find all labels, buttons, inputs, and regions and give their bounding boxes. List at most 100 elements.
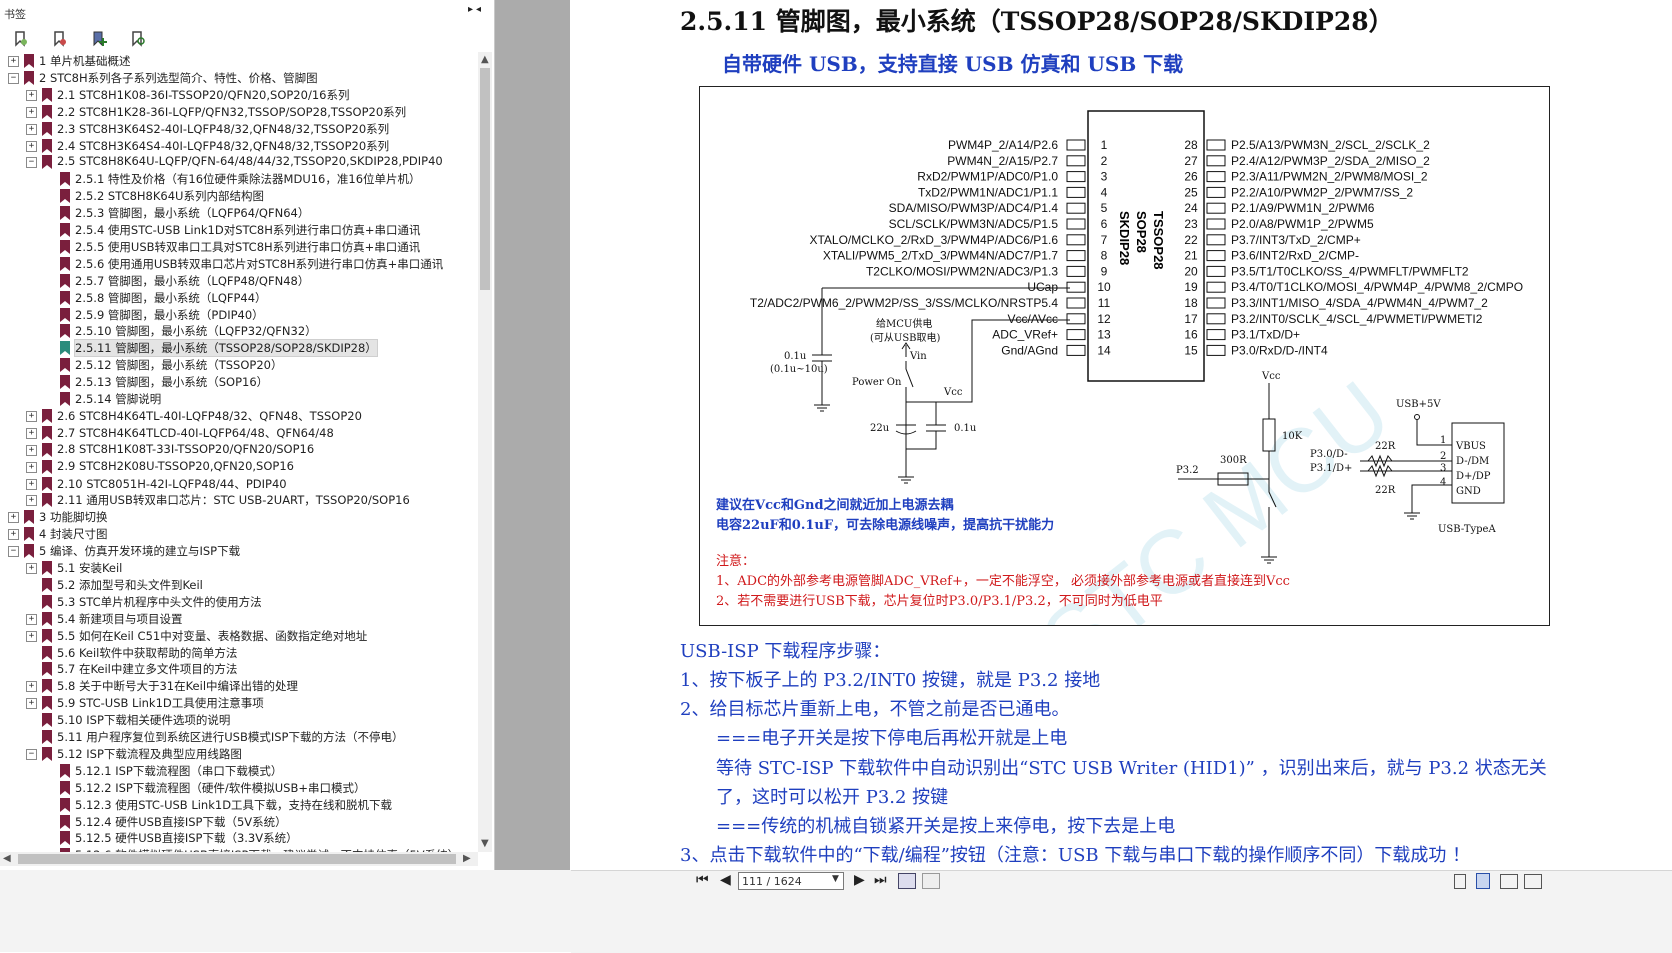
collapse-icon[interactable]: − bbox=[8, 72, 19, 84]
expand-icon[interactable]: + bbox=[26, 563, 37, 574]
bookmark-item[interactable]: +5.1 安装Keil bbox=[0, 559, 484, 577]
next-view-icon[interactable] bbox=[922, 873, 940, 889]
bookmark-item[interactable]: +4 封装尺寸图 bbox=[0, 525, 484, 543]
prev-page-icon[interactable]: ◀ bbox=[720, 872, 731, 888]
bookmark-item[interactable]: 2.5.3 管脚图，最小系统（LQFP64/QFN64） bbox=[0, 204, 484, 222]
bookmark-item[interactable]: +2.3 STC8H3K64S2-40I-LQFP48/32,QFN48/32,… bbox=[0, 120, 484, 138]
bookmark-item[interactable]: +2.8 STC8H1K08T-33I-TSSOP20/QFN20/SOP16 bbox=[0, 441, 484, 459]
bookmark-item[interactable]: 5.10 ISP下载相关硬件选项的说明 bbox=[0, 711, 484, 729]
bookmark-label: 2.4 STC8H3K64S4-40I-LQFP48/32,QFN48/32,T… bbox=[57, 138, 390, 153]
scroll-up-icon[interactable]: ▲ bbox=[481, 54, 489, 65]
scroll-right-icon[interactable]: ▶ bbox=[463, 853, 471, 864]
expand-icon[interactable]: + bbox=[26, 89, 37, 101]
bookmark-item[interactable]: 5.2 添加型号和头文件到Keil bbox=[0, 576, 484, 594]
bookmark-item[interactable]: +2.1 STC8H1K08-36I-TSSOP20/QFN20,SOP20/1… bbox=[0, 86, 484, 104]
expand-icon[interactable]: + bbox=[26, 410, 37, 422]
bookmark-label: 5.4 新建项目与项目设置 bbox=[57, 611, 183, 626]
panel-controls[interactable]: ▸◂ bbox=[468, 4, 484, 15]
expand-icon[interactable]: + bbox=[26, 630, 37, 642]
bookmark-item[interactable]: +2.4 STC8H3K64S4-40I-LQFP48/32,QFN48/32,… bbox=[0, 137, 484, 155]
bookmark-item[interactable]: 2.5.12 管脚图，最小系统（TSSOP20） bbox=[0, 356, 484, 374]
last-page-icon[interactable]: ⏭ bbox=[874, 872, 887, 888]
expand-icon[interactable]: + bbox=[26, 444, 37, 456]
page-number-input[interactable]: 111 / 1624 bbox=[738, 872, 844, 890]
bookmark-item[interactable]: 2.5.11 管脚图，最小系统（TSSOP28/SOP28/SKDIP28） bbox=[0, 339, 484, 358]
bookmark-item[interactable]: 5.12.4 硬件USB直接ISP下载（5V系统） bbox=[0, 813, 484, 831]
bookmark-expand-icon[interactable] bbox=[12, 30, 30, 48]
bookmark-item[interactable]: 2.5.4 使用STC-USB Link1D对STC8H系列进行串口仿真+串口通… bbox=[0, 221, 484, 239]
bookmark-item[interactable]: 5.11 用户程序复位到系统区进行USB模式ISP下载的方法（不停电） bbox=[0, 728, 484, 746]
collapse-icon[interactable]: − bbox=[26, 157, 37, 169]
next-page-icon[interactable]: ▶ bbox=[854, 872, 865, 888]
bookmark-item[interactable]: 5.12.5 硬件USB直接ISP下载（3.3V系统） bbox=[0, 829, 484, 847]
expand-icon[interactable]: + bbox=[26, 698, 37, 710]
bookmark-item[interactable]: 2.5.14 管脚说明 bbox=[0, 390, 484, 408]
bookmark-item[interactable]: 2.5.6 使用通用USB转双串口芯片对STC8H系列进行串口仿真+串口通讯 bbox=[0, 255, 484, 273]
bookmark-item[interactable]: +1 单片机基础概述 bbox=[0, 52, 484, 70]
bookmark-hscroll-thumb[interactable] bbox=[18, 854, 456, 864]
expand-icon[interactable]: + bbox=[26, 461, 37, 473]
expand-icon[interactable]: + bbox=[26, 613, 37, 625]
pin-name-right: P3.5/T1/T0CLKO/SS_4/PWMFLT/PWMFLT2 bbox=[1231, 264, 1469, 278]
page-dropdown-icon[interactable]: ▼ bbox=[832, 874, 839, 884]
bookmark-item[interactable]: 2.5.13 管脚图，最小系统（SOP16） bbox=[0, 373, 484, 391]
panel-splitter[interactable] bbox=[495, 0, 570, 870]
expand-icon[interactable]: + bbox=[26, 478, 37, 490]
bookmark-item[interactable]: 2.5.7 管脚图，最小系统（LQFP48/QFN48） bbox=[0, 272, 484, 290]
scroll-down-icon[interactable]: ▼ bbox=[481, 838, 489, 849]
single-page-view-icon[interactable] bbox=[1454, 874, 1466, 889]
expand-icon[interactable]: + bbox=[26, 427, 37, 439]
bookmark-icon bbox=[42, 594, 52, 609]
collapse-icon[interactable]: − bbox=[8, 546, 19, 558]
expand-icon[interactable]: + bbox=[26, 123, 37, 135]
bookmark-item[interactable]: 2.5.5 使用USB转双串口工具对STC8H系列进行串口仿真+串口通讯 bbox=[0, 238, 484, 256]
continuous-view-icon[interactable] bbox=[1476, 873, 1490, 889]
bookmark-item[interactable]: +5.5 如何在Keil C51中对变量、表格数据、函数指定绝对地址 bbox=[0, 627, 484, 645]
bookmark-item[interactable]: 2.5.10 管脚图，最小系统（LQFP32/QFN32） bbox=[0, 322, 484, 340]
bookmark-item[interactable]: 5.12.1 ISP下载流程图（串口下载模式） bbox=[0, 762, 484, 780]
bookmark-item[interactable]: 5.6 Keil软件中获取帮助的简单方法 bbox=[0, 644, 484, 662]
bookmark-item[interactable]: +3 功能脚切换 bbox=[0, 508, 484, 526]
expand-icon[interactable]: + bbox=[26, 106, 37, 118]
bookmark-item[interactable]: − 5 编译、仿真开发环境的建立与ISP下载 bbox=[0, 542, 484, 560]
bookmark-item[interactable]: +2.6 STC8H4K64TL-40I-LQFP48/32、QFN48、TSS… bbox=[0, 407, 484, 425]
pin-name-left: XTALO/MCLKO_2/RxD_3/PWM4P/ADC6/P1.6 bbox=[809, 233, 1058, 247]
facing-view-icon[interactable] bbox=[1500, 874, 1518, 889]
bookmark-item[interactable]: 2.5.2 STC8H8K64U系列内部结构图 bbox=[0, 187, 484, 205]
bookmark-item[interactable]: 5.7 在Keil中建立多文件项目的方法 bbox=[0, 660, 484, 678]
bookmark-item[interactable]: +5.8 关于中断号大于31在Keil中编译出错的处理 bbox=[0, 677, 484, 695]
bookmark-find-icon[interactable] bbox=[129, 30, 147, 48]
bookmark-item[interactable]: 5.12.3 使用STC-USB Link1D工具下载，支持在线和脱机下载 bbox=[0, 796, 484, 814]
bookmark-item[interactable]: − 5.12 ISP下载流程及典型应用线路图 bbox=[0, 745, 484, 763]
bookmark-item[interactable]: +5.9 STC-USB Link1D工具使用注意事项 bbox=[0, 694, 484, 712]
bookmark-item[interactable]: +2.11 通用USB转双串口芯片：STC USB-2UART，TSSOP20/… bbox=[0, 491, 484, 509]
bookmark-item[interactable]: +5.4 新建项目与项目设置 bbox=[0, 610, 484, 628]
expand-icon[interactable]: + bbox=[8, 512, 19, 524]
collapse-icon[interactable]: − bbox=[26, 748, 37, 760]
expand-icon[interactable]: + bbox=[8, 529, 19, 541]
continuous-facing-view-icon[interactable] bbox=[1524, 874, 1542, 889]
bookmark-item[interactable]: +2.9 STC8H2K08U-TSSOP20,QFN20,SOP16 bbox=[0, 458, 484, 476]
prev-view-icon[interactable] bbox=[898, 873, 916, 889]
bookmark-item[interactable]: +2.10 STC8051H-42I-LQFP48/44、PDIP40 bbox=[0, 475, 484, 493]
bookmark-icon bbox=[60, 324, 70, 339]
bookmark-item[interactable]: 2.5.1 特性及价格（有16位硬件乘除法器MDU16，准16位单片机） bbox=[0, 170, 484, 188]
expand-icon[interactable]: + bbox=[26, 681, 37, 693]
bookmark-item[interactable]: 2.5.8 管脚图，最小系统（LQFP44） bbox=[0, 289, 484, 307]
first-page-icon[interactable]: ⏮ bbox=[696, 872, 709, 888]
expand-icon[interactable]: + bbox=[8, 56, 19, 67]
bookmark-item[interactable]: − 2.5 STC8H8K64U-LQFP/QFN-64/48/44/32,TSS… bbox=[0, 153, 484, 171]
bookmark-item[interactable]: 5.3 STC单片机程序中头文件的使用方法 bbox=[0, 593, 484, 611]
expand-icon[interactable]: + bbox=[26, 140, 37, 152]
bookmark-item[interactable]: +2.2 STC8H1K28-36I-LQFP/QFN32,TSSOP/SOP2… bbox=[0, 103, 484, 121]
bookmark-item[interactable]: − 2 STC8H系列各子系列选型简介、特性、价格、管脚图 bbox=[0, 69, 484, 87]
bookmark-item[interactable]: +2.7 STC8H4K64TLCD-40I-LQFP64/48、QFN64/4… bbox=[0, 424, 484, 442]
scroll-left-icon[interactable]: ◀ bbox=[3, 853, 11, 864]
bookmark-collapse-icon[interactable] bbox=[51, 30, 69, 48]
bookmark-scroll-thumb[interactable] bbox=[480, 68, 490, 290]
expand-icon[interactable]: + bbox=[26, 495, 37, 507]
bookmark-item[interactable]: 2.5.9 管脚图，最小系统（PDIP40） bbox=[0, 306, 484, 324]
bookmark-item[interactable]: 5.12.2 ISP下载流程图（硬件/软件模拟USB+串口模式） bbox=[0, 779, 484, 797]
bookmark-add-icon[interactable] bbox=[90, 30, 108, 48]
bookmark-label: 2.5.7 管脚图，最小系统（LQFP48/QFN48） bbox=[75, 273, 310, 288]
